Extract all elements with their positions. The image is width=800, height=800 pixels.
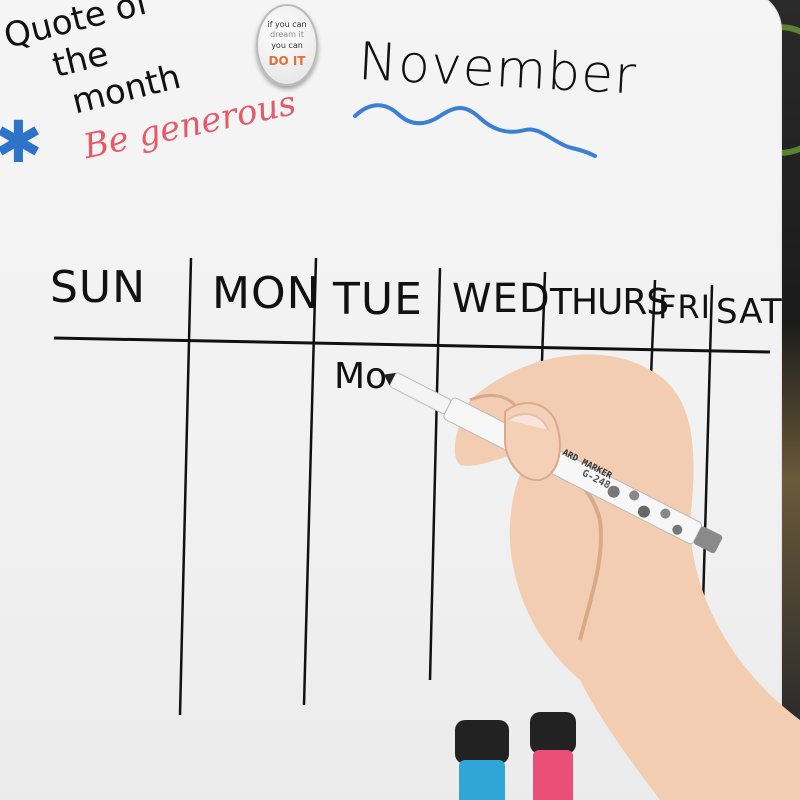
eraser-pink [530,712,576,800]
eraser-blue [455,720,509,800]
eraser-pink-felt [530,712,576,754]
eraser-pink-cap [533,750,573,800]
eraser-blue-felt [455,720,509,764]
hand-with-marker [383,354,800,800]
eraser-blue-cap [459,760,505,800]
whiteboard-scene: Quote of the month ✱ Be generous if you … [0,0,800,800]
